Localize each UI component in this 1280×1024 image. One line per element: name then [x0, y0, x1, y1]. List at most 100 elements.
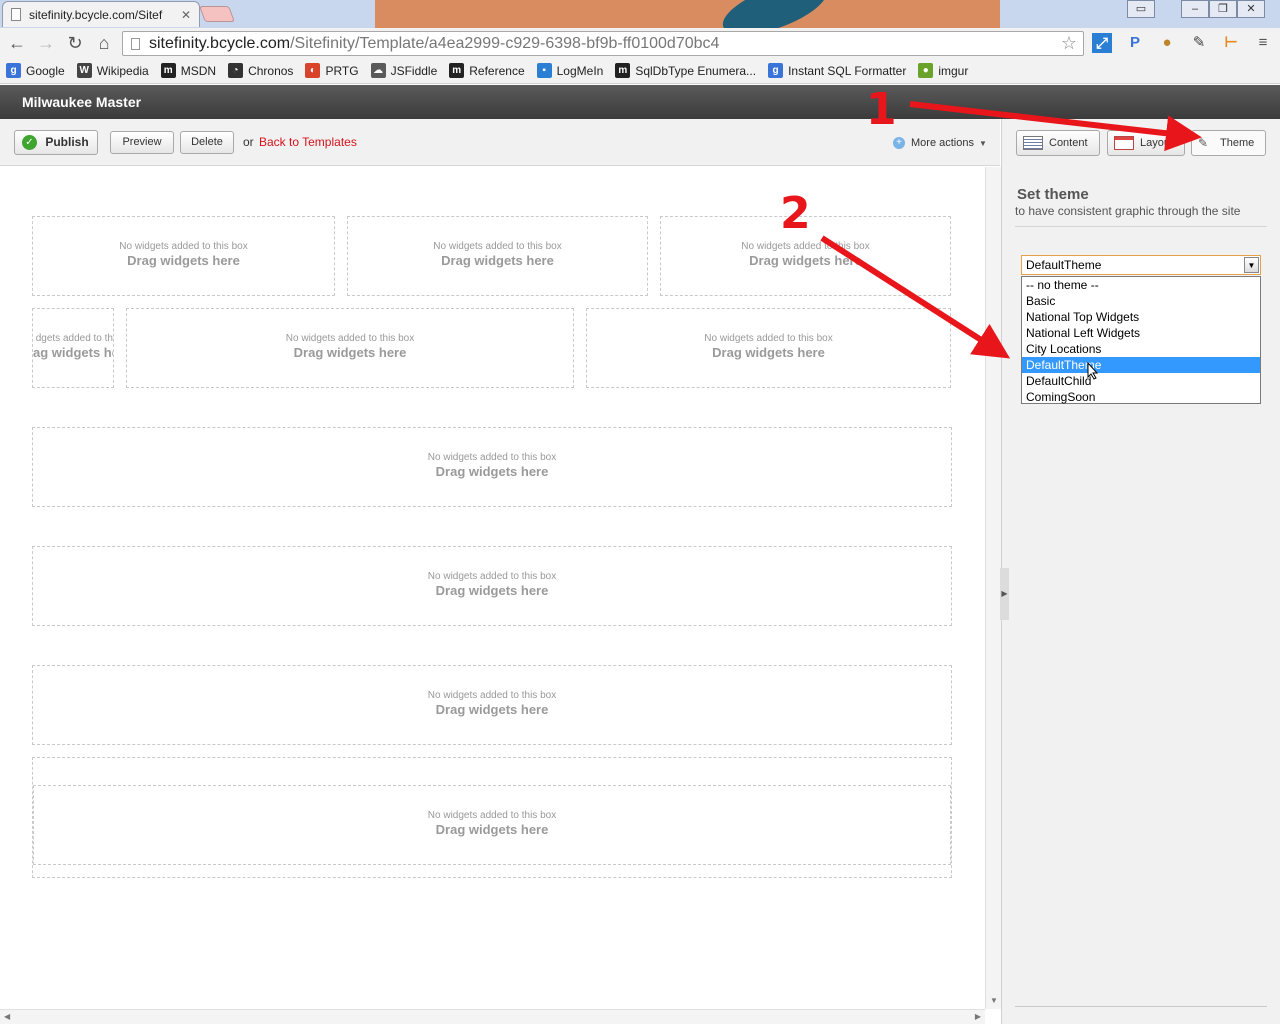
tab-title: sitefinity.bcycle.com/Sitef — [29, 7, 163, 22]
drop-zone-hint: No widgets added to this box — [427, 452, 557, 463]
annotation-number-2: 2 — [780, 188, 811, 239]
drop-zone-label: Drag widgets here — [712, 345, 825, 360]
widget-drop-zone[interactable]: No widgets added to this box Drag widget… — [32, 665, 952, 745]
widget-drop-zone[interactable]: No widgets added to this box Drag widget… — [32, 427, 952, 507]
preview-button[interactable]: Preview — [110, 131, 174, 154]
back-to-templates-link[interactable]: Back to Templates — [259, 135, 357, 149]
bookmark-item[interactable]: W Wikipedia — [76, 63, 149, 78]
tab-content[interactable]: Content — [1016, 130, 1100, 156]
bookmark-item[interactable]: m Reference — [449, 63, 525, 78]
ruler-icon[interactable]: ⊢ — [1220, 32, 1242, 54]
bookmark-label: Wikipedia — [96, 63, 149, 78]
bookmark-item[interactable]: ◐ PRTG — [305, 63, 359, 78]
menu-icon[interactable]: ≡ — [1252, 32, 1274, 54]
widget-drop-zone[interactable]: dgets added to th ag widgets he — [32, 308, 114, 388]
widget-drop-zone[interactable]: No widgets added to this box Drag widget… — [33, 785, 951, 865]
theme-option[interactable]: National Left Widgets — [1022, 325, 1260, 341]
bookmark-label: Instant SQL Formatter — [788, 63, 907, 78]
widget-drop-zone[interactable]: No widgets added to this box Drag widget… — [32, 216, 335, 296]
drop-zone-hint: No widgets added to this box — [285, 333, 415, 344]
browser-tab-active[interactable]: sitefinity.bcycle.com/Sitef ✕ — [2, 1, 200, 27]
bookmark-label: MSDN — [180, 63, 217, 78]
widget-drop-zone[interactable]: No widgets added to this box Drag widget… — [586, 308, 951, 388]
page-icon — [131, 37, 140, 50]
bookmark-item[interactable]: g Instant SQL Formatter — [768, 63, 906, 78]
scroll-left-icon[interactable]: ◀ — [4, 1012, 10, 1021]
plus-icon: + — [893, 137, 905, 149]
window-menu-icon[interactable]: ▭ — [1127, 0, 1155, 18]
bookmark-item[interactable]: m SqlDbType Enumera... — [615, 63, 756, 78]
theme-select[interactable]: DefaultTheme ▼ — [1021, 255, 1261, 275]
close-window-button[interactable]: ✕ — [1237, 0, 1265, 18]
drop-zone-label: Drag widgets here — [435, 464, 549, 479]
drop-zone-hint: No widgets added to this box — [741, 241, 870, 252]
drop-zone-label: Drag widgets here — [293, 345, 407, 360]
widget-drop-zone[interactable]: No widgets added to this box Drag widget… — [126, 308, 574, 388]
tab-layout[interactable]: Layout — [1107, 130, 1185, 156]
extension-p-icon[interactable]: P — [1124, 32, 1146, 54]
bookmark-item[interactable]: m MSDN — [160, 63, 217, 78]
widget-drop-zone[interactable]: No widgets added to this box Drag widget… — [32, 546, 952, 626]
extension-resize-icon[interactable]: ⤢ — [1092, 33, 1112, 53]
m-icon: m — [449, 63, 465, 78]
publish-button[interactable]: ✓ Publish — [14, 130, 98, 155]
cookie-icon[interactable]: ● — [1156, 32, 1178, 54]
drop-zone-label: Drag widgets here — [441, 253, 554, 268]
theme-option[interactable]: City Locations — [1022, 341, 1260, 357]
more-actions-menu[interactable]: + More actions ▼ — [893, 137, 987, 149]
bookmark-star-icon[interactable]: ☆ — [1061, 33, 1077, 54]
forward-arrow-icon[interactable]: → — [36, 33, 56, 53]
bookmark-label: Reference — [469, 63, 525, 78]
tab-theme[interactable]: ✎ Theme — [1191, 130, 1266, 156]
theme-panel: Content Layout ✎ Theme Set theme to have… — [1001, 119, 1280, 1024]
bookmark-item[interactable]: ▪ LogMeIn — [536, 63, 603, 78]
or-text: or — [243, 135, 254, 149]
theme-options-list: -- no theme -- Basic National Top Widgets N… — [1021, 276, 1261, 404]
drop-zone-hint: No widgets added to this box — [119, 241, 248, 252]
drop-zone-label: ag widgets he — [33, 345, 114, 360]
template-title: Milwaukee Master — [22, 94, 142, 110]
theme-option[interactable]: -- no theme -- — [1022, 277, 1260, 293]
drop-zone-hint: No widgets added to this box — [704, 333, 833, 344]
content-icon — [1023, 136, 1043, 150]
more-actions-label: More actions — [911, 137, 974, 149]
new-tab-button[interactable] — [199, 6, 235, 22]
back-arrow-icon[interactable]: ← — [7, 33, 27, 53]
minimize-button[interactable]: – — [1181, 0, 1209, 18]
restore-button[interactable]: ❐ — [1209, 0, 1237, 18]
close-tab-icon[interactable]: ✕ — [181, 8, 191, 22]
theme-option[interactable]: ComingSoon — [1022, 389, 1260, 405]
publish-label: Publish — [45, 135, 89, 149]
bookmark-label: imgur — [938, 63, 969, 78]
logmein-icon: ▪ — [536, 63, 552, 78]
theme-select-value: DefaultTheme — [1026, 258, 1102, 272]
bookmark-item[interactable]: ● imgur — [918, 63, 968, 78]
drop-zone-label: Drag widgets here — [749, 253, 862, 268]
action-bar: ✓ Publish Preview Delete or Back to Temp… — [0, 119, 1000, 166]
background-artwork — [375, 0, 1000, 28]
home-icon[interactable]: ⌂ — [94, 33, 114, 53]
scroll-down-icon[interactable]: ▼ — [990, 996, 998, 1005]
theme-option[interactable]: National Top Widgets — [1022, 309, 1260, 325]
widget-drop-zone[interactable]: No widgets added to this box Drag widget… — [347, 216, 648, 296]
delete-button[interactable]: Delete — [180, 131, 234, 154]
bookmark-label: Chronos — [248, 63, 294, 78]
scroll-right-icon[interactable]: ▶ — [975, 1012, 981, 1021]
horizontal-scrollbar[interactable]: ◀ ▶ — [0, 1009, 985, 1024]
bookmark-item[interactable]: g Google — [6, 63, 65, 78]
reload-icon[interactable]: ↻ — [65, 33, 85, 53]
theme-option[interactable]: DefaultChild — [1022, 373, 1260, 389]
panel-collapse-handle[interactable]: ▶ — [1000, 568, 1009, 620]
theme-option[interactable]: Basic — [1022, 293, 1260, 309]
drop-zone-hint: dgets added to th — [35, 333, 113, 344]
imgur-icon: ● — [918, 63, 934, 78]
chevron-down-icon[interactable]: ▼ — [1244, 257, 1259, 273]
address-bar[interactable]: sitefinity.bcycle.com/Sitefinity/Templat… — [122, 31, 1084, 56]
url-path: /Sitefinity/Template/a4ea2999-c929-6398-… — [290, 34, 720, 52]
eyedropper-icon[interactable]: ✎ — [1188, 32, 1210, 54]
bookmark-item[interactable]: ◔ Chronos — [228, 63, 293, 78]
vertical-scrollbar[interactable]: ▼ — [985, 167, 1001, 1009]
theme-option[interactable]: DefaultTheme — [1022, 357, 1260, 373]
bookmark-item[interactable]: ☁ JSFiddle — [370, 63, 437, 78]
drop-zone-label: Drag widgets here — [435, 583, 549, 598]
